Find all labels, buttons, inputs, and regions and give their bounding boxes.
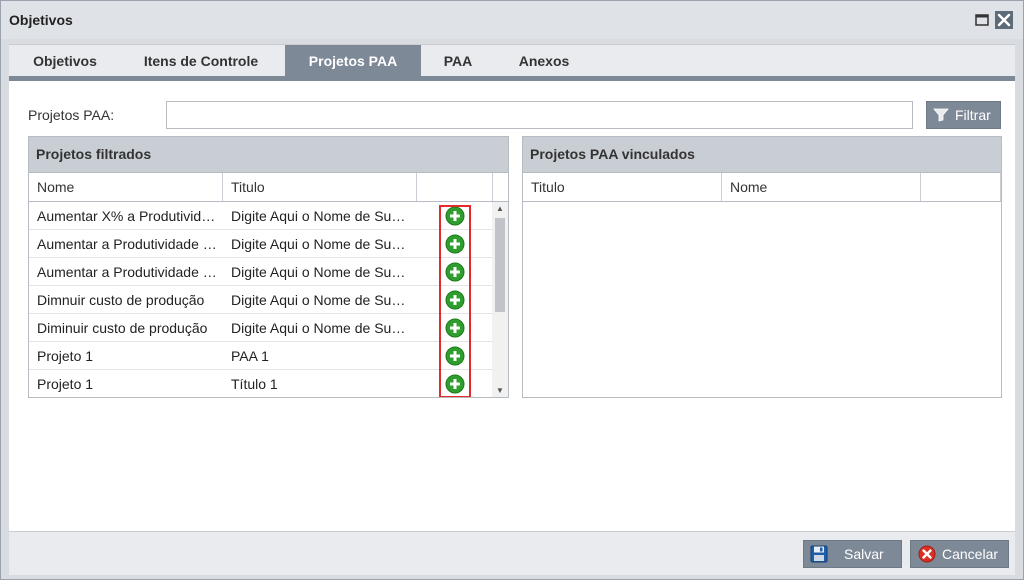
cell-nome: Diminuir custo de produção	[37, 320, 208, 336]
table-row[interactable]: Diminuir custo de produção Digite Aqui o…	[29, 314, 493, 342]
title-bar: Objetivos	[1, 1, 1023, 39]
cell-titulo: Digite Aqui o Nome de Sua Empresa	[231, 264, 409, 280]
scroll-down-icon[interactable]: ▼	[492, 384, 508, 397]
save-button[interactable]: Salvar	[803, 540, 902, 568]
dialog-window: Objetivos Objetivos Itens de Controle Pr…	[0, 0, 1024, 580]
linked-projects-header: Titulo Nome	[523, 172, 1001, 202]
search-input[interactable]	[166, 101, 913, 129]
filtered-projects-header: Nome Titulo	[29, 172, 508, 202]
vertical-scrollbar[interactable]: ▲ ▼	[492, 202, 508, 397]
cell-titulo: Digite Aqui o Nome de Sua Empresa	[231, 292, 409, 308]
cell-nome: Projeto 1	[37, 348, 94, 364]
cell-nome: Projeto 1	[37, 376, 94, 392]
table-row[interactable]: Aumentar a Produtividade em 20% Digite A…	[29, 258, 493, 286]
funnel-icon	[933, 108, 949, 122]
column-header-actions	[921, 173, 1001, 201]
close-icon[interactable]	[995, 11, 1013, 29]
table-row[interactable]: Aumentar a Produtividade em 10% Digite A…	[29, 230, 493, 258]
window-title: Objetivos	[9, 12, 73, 28]
table-row[interactable]: Dimnuir custo de produção Digite Aqui o …	[29, 286, 493, 314]
linked-projects-title: Projetos PAA vinculados	[523, 137, 1001, 172]
floppy-disk-icon	[810, 545, 828, 563]
column-header-nome[interactable]: Nome	[722, 173, 921, 201]
cancel-button-label: Cancelar	[942, 546, 999, 562]
filtered-projects-rows: Aumentar X% a Produtividade Digite Aqui …	[29, 202, 493, 397]
dialog-footer: Salvar Cancelar	[9, 531, 1015, 575]
cell-titulo: Digite Aqui o Nome de Sua Empresa	[231, 208, 409, 224]
tab-objetivos[interactable]: Objetivos	[17, 45, 113, 77]
table-row[interactable]: Aumentar X% a Produtividade Digite Aqui …	[29, 202, 493, 230]
scroll-up-icon[interactable]: ▲	[492, 202, 508, 216]
cell-titulo: Digite Aqui o Nome de Sua Empresa	[231, 236, 409, 252]
filtered-projects-panel: Projetos filtrados Nome Titulo Aumentar …	[28, 136, 509, 398]
scroll-thumb[interactable]	[495, 218, 505, 312]
save-button-label: Salvar	[844, 546, 884, 562]
filter-button[interactable]: Filtrar	[926, 101, 1001, 129]
cell-nome: Aumentar a Produtividade em 10%	[37, 236, 222, 252]
cell-nome: Aumentar X% a Produtividade	[37, 208, 222, 224]
cancel-button[interactable]: Cancelar	[910, 540, 1009, 568]
filtered-projects-title: Projetos filtrados	[29, 137, 508, 172]
tab-content: Projetos PAA: Filtrar Projetos filtrados…	[9, 81, 1015, 531]
tab-paa[interactable]: PAA	[429, 45, 487, 77]
cell-nome: Dimnuir custo de produção	[37, 292, 205, 308]
tab-itens-de-controle[interactable]: Itens de Controle	[127, 45, 275, 77]
cancel-icon	[918, 545, 936, 563]
tab-bar: Objetivos Itens de Controle Projetos PAA…	[9, 44, 1015, 77]
linked-projects-panel: Projetos PAA vinculados Titulo Nome	[522, 136, 1002, 398]
filter-button-label: Filtrar	[955, 107, 991, 123]
column-header-actions	[417, 173, 493, 201]
tab-projetos-paa[interactable]: Projetos PAA	[285, 45, 421, 77]
tab-anexos[interactable]: Anexos	[503, 45, 585, 77]
cell-titulo: Título 1	[231, 376, 278, 392]
cell-titulo: Digite Aqui o Nome de Sua Empresa	[231, 320, 409, 336]
column-header-titulo[interactable]: Titulo	[223, 173, 417, 201]
column-header-titulo[interactable]: Titulo	[523, 173, 722, 201]
search-label: Projetos PAA:	[28, 107, 115, 123]
cell-nome: Aumentar a Produtividade em 20%	[37, 264, 222, 280]
column-header-nome[interactable]: Nome	[29, 173, 223, 201]
cell-titulo: PAA 1	[231, 348, 269, 364]
table-row[interactable]: Projeto 1 PAA 1	[29, 342, 493, 370]
add-column-highlight	[439, 205, 471, 397]
maximize-icon[interactable]	[973, 11, 991, 29]
table-row[interactable]: Projeto 1 Título 1	[29, 370, 493, 397]
